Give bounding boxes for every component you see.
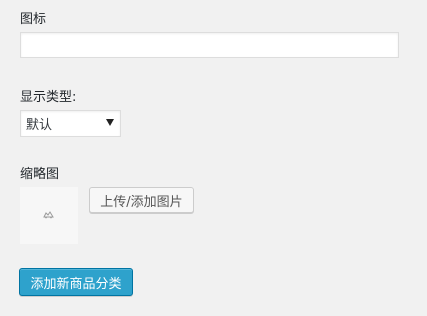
image-placeholder-icon	[43, 211, 54, 219]
add-category-button[interactable]: 添加新商品分类	[19, 268, 133, 296]
caret-down-icon	[106, 119, 114, 126]
thumbnail-preview	[20, 187, 78, 244]
display-type-label: 显示类型:	[20, 90, 77, 105]
thumbnail-label: 缩略图	[20, 167, 60, 182]
upload-image-button[interactable]: 上传/添加图片	[89, 187, 194, 213]
icon-input[interactable]	[20, 32, 399, 58]
icon-label: 图标	[20, 12, 47, 27]
display-type-selected-value: 默认	[26, 118, 53, 133]
add-category-form: 图标 显示类型: 默认 缩略图 上传/添加图片 添加新商品分类	[0, 0, 427, 316]
display-type-select[interactable]: 默认	[20, 110, 121, 137]
